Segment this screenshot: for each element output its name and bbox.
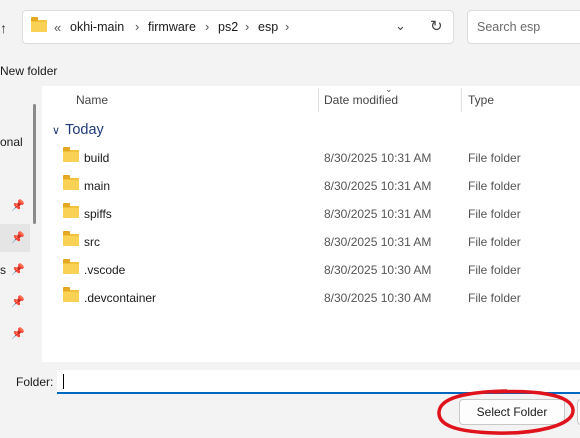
file-name: src: [84, 235, 100, 249]
column-divider[interactable]: [318, 88, 319, 112]
list-item[interactable]: main 8/30/2025 10:31 AM File folder: [60, 172, 580, 200]
folder-icon: [31, 17, 47, 32]
up-arrow-icon[interactable]: ↑: [0, 20, 7, 36]
list-item[interactable]: .vscode 8/30/2025 10:30 AM File folder: [60, 256, 580, 284]
breadcrumb-separator-icon[interactable]: ›: [245, 19, 249, 34]
column-header-type[interactable]: Type: [468, 93, 494, 107]
column-header-name[interactable]: Name: [76, 93, 108, 107]
breadcrumb-separator-icon[interactable]: ›: [205, 19, 209, 34]
file-name: spiffs: [84, 207, 112, 221]
address-bar[interactable]: « okhi-main › firmware › ps2 › esp › ⌄ ↻: [22, 10, 454, 44]
breadcrumb-item-ps2[interactable]: ps2: [218, 20, 238, 34]
refresh-icon[interactable]: ↻: [430, 17, 443, 35]
file-type: File folder: [468, 207, 521, 221]
column-header-date-modified[interactable]: Date modified: [324, 93, 398, 107]
list-item[interactable]: src 8/30/2025 10:31 AM File folder: [60, 228, 580, 256]
list-item[interactable]: spiffs 8/30/2025 10:31 AM File folder: [60, 200, 580, 228]
file-name: .vscode: [84, 263, 126, 277]
breadcrumb-separator-icon[interactable]: ›: [285, 19, 289, 34]
breadcrumb-separator-icon[interactable]: ›: [135, 19, 139, 34]
pin-icon[interactable]: 📌: [11, 231, 25, 244]
red-annotation-circle: [437, 389, 575, 435]
search-input[interactable]: Search esp: [467, 10, 580, 44]
file-type: File folder: [468, 235, 521, 249]
folder-icon: [63, 203, 79, 218]
folder-icon: [63, 259, 79, 274]
pin-icon[interactable]: 📌: [11, 263, 25, 276]
file-name: build: [84, 151, 110, 165]
list-item[interactable]: .devcontainer 8/30/2025 10:30 AM File fo…: [60, 284, 580, 312]
pin-icon[interactable]: 📌: [11, 327, 25, 340]
text-cursor: [63, 374, 64, 389]
folder-icon: [63, 175, 79, 190]
file-type: File folder: [468, 291, 521, 305]
file-date: 8/30/2025 10:30 AM: [324, 291, 432, 305]
nav-scrollbar[interactable]: [33, 104, 36, 224]
collapse-chevron-icon: ∨: [52, 125, 61, 137]
list-item[interactable]: build 8/30/2025 10:31 AM File folder: [60, 144, 580, 172]
folder-field-label: Folder:: [16, 375, 54, 389]
breadcrumb-item-esp[interactable]: esp: [258, 20, 278, 34]
file-type: File folder: [468, 151, 521, 165]
file-date: 8/30/2025 10:31 AM: [324, 207, 432, 221]
column-divider[interactable]: [461, 88, 462, 112]
folder-icon: [63, 287, 79, 302]
nav-item-label-partial[interactable]: s: [0, 263, 6, 277]
file-date: 8/30/2025 10:31 AM: [324, 179, 432, 193]
group-label: Today: [65, 122, 104, 138]
folder-icon: [63, 147, 79, 162]
breadcrumb-item-okhi-main[interactable]: okhi-main: [70, 20, 124, 34]
address-dropdown-chevron-icon[interactable]: ⌄: [395, 18, 406, 34]
file-date: 8/30/2025 10:31 AM: [324, 151, 432, 165]
file-name: .devcontainer: [84, 291, 157, 305]
breadcrumb-item-firmware[interactable]: firmware: [148, 20, 196, 34]
overflow-chevron-icon[interactable]: «: [54, 20, 61, 35]
file-name: main: [84, 179, 111, 193]
file-date: 8/30/2025 10:30 AM: [324, 263, 432, 277]
folder-icon: [63, 231, 79, 246]
pin-icon[interactable]: 📌: [11, 295, 25, 308]
nav-item-label-partial[interactable]: onal: [0, 135, 23, 149]
group-header-today[interactable]: ∨ Today: [52, 122, 104, 138]
new-folder-button[interactable]: New folder: [0, 64, 57, 78]
search-placeholder: Search esp: [477, 20, 541, 34]
file-date: 8/30/2025 10:31 AM: [324, 235, 432, 249]
file-type: File folder: [468, 263, 521, 277]
pin-icon[interactable]: 📌: [11, 199, 25, 212]
file-type: File folder: [468, 179, 521, 193]
